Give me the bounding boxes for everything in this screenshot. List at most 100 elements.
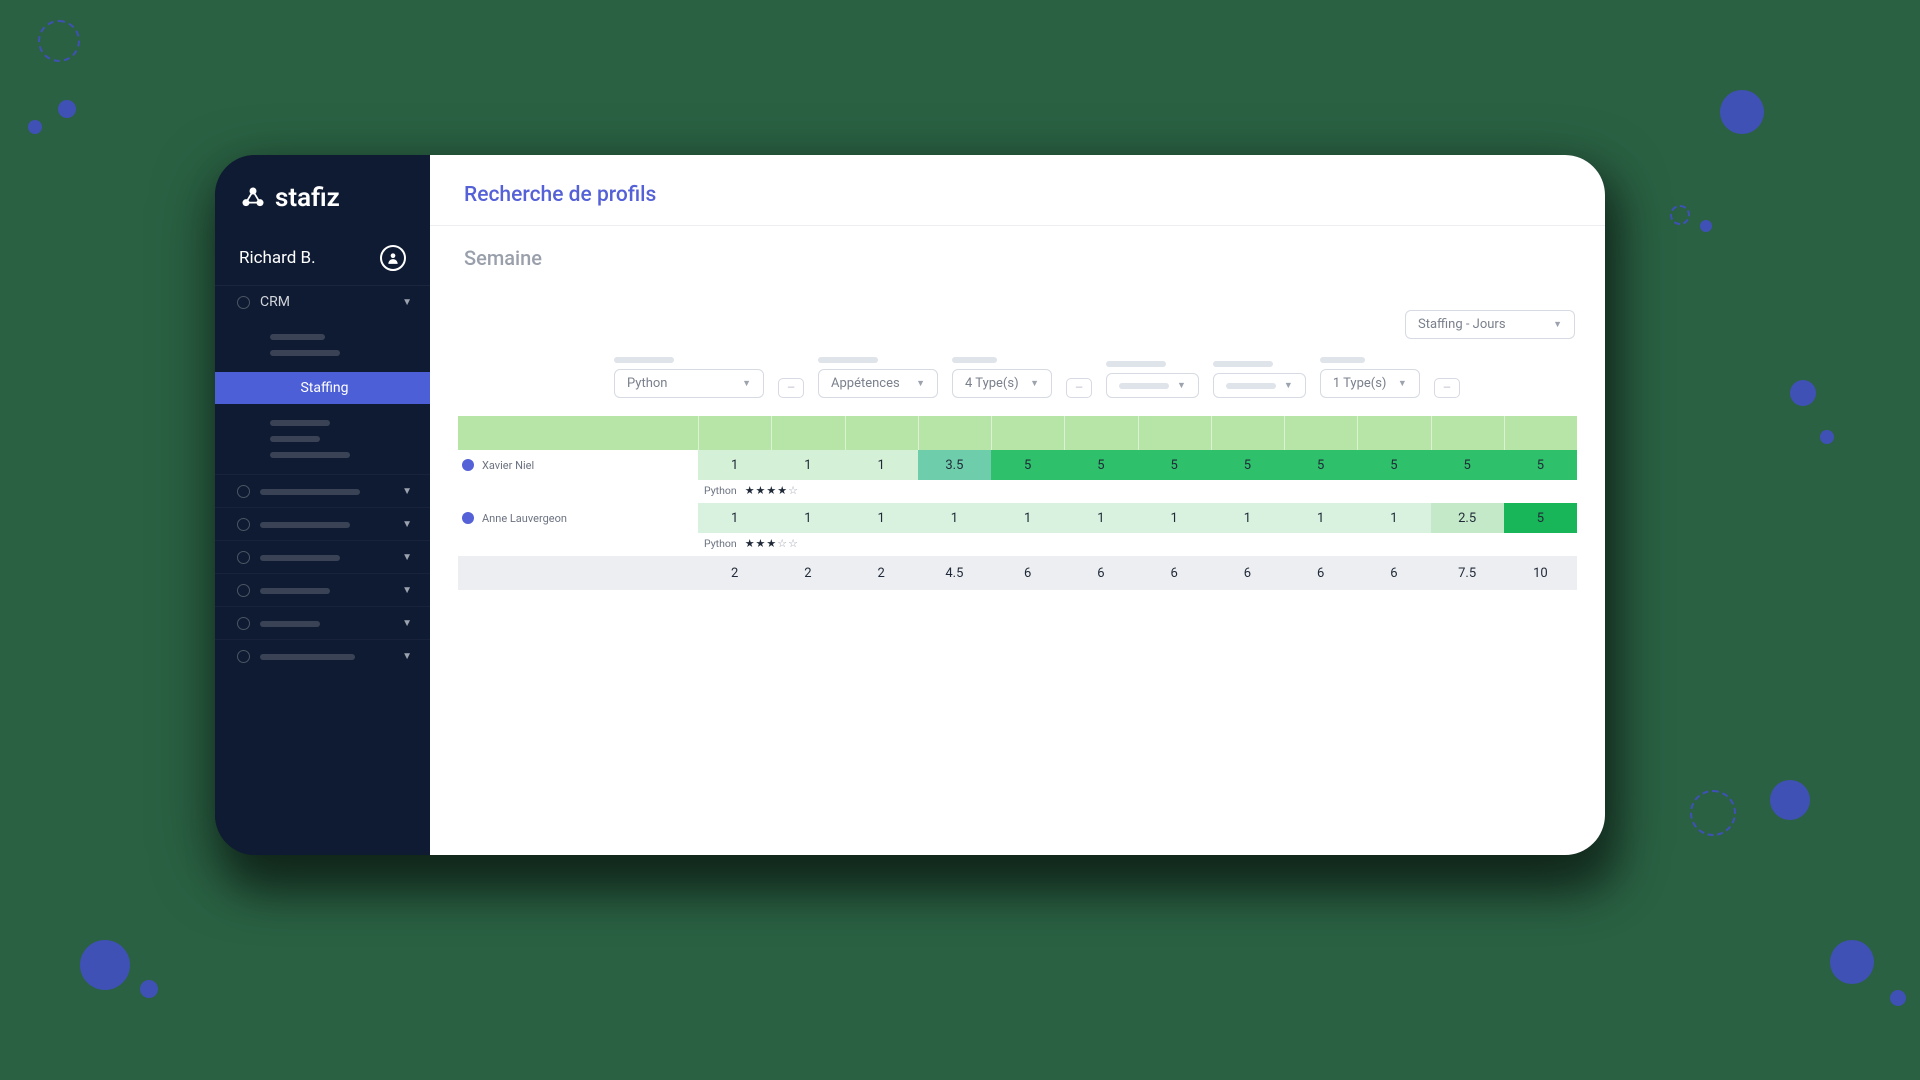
view-mode-select[interactable]: Staffing - Jours ▼: [1405, 310, 1575, 339]
day-cell[interactable]: 1: [771, 450, 844, 480]
user-row[interactable]: Richard B.: [215, 235, 430, 286]
day-cell[interactable]: 1: [918, 503, 991, 533]
day-cell[interactable]: 1: [991, 503, 1064, 533]
skill-rating: ★★★★☆: [745, 484, 799, 497]
nav-item-placeholder[interactable]: ▼: [215, 606, 430, 639]
table-row: Xavier Niel 1 1 1 3.5 5 5 5 5 5 5 5 5: [458, 450, 1577, 480]
bg-decor: [140, 980, 158, 998]
day-cell[interactable]: 5: [991, 450, 1064, 480]
chevron-down-icon: ▼: [402, 618, 412, 629]
day-cell[interactable]: 5: [1064, 450, 1137, 480]
nav: CRM ▼ Staffing ▼: [215, 286, 430, 672]
bg-decor: [1890, 990, 1906, 1006]
skill-row: Python ★★★☆☆: [458, 533, 1577, 556]
bg-decor: [1790, 380, 1816, 406]
bg-decor: [1700, 220, 1712, 232]
day-cell[interactable]: 5: [1431, 450, 1504, 480]
day-cell[interactable]: 1: [1064, 503, 1137, 533]
view-subtitle: Semaine: [430, 226, 1605, 276]
user-name: Richard B.: [239, 248, 316, 268]
chevron-down-icon: ▼: [742, 378, 751, 389]
status-dot: [462, 512, 474, 524]
chevron-down-icon: ▼: [1177, 380, 1186, 391]
day-cell[interactable]: 1: [698, 450, 771, 480]
bg-decor: [38, 20, 80, 62]
nav-item-placeholder[interactable]: ▼: [215, 573, 430, 606]
bg-decor: [80, 940, 130, 990]
day-cell[interactable]: 5: [1211, 450, 1284, 480]
day-cell[interactable]: 1: [771, 503, 844, 533]
filter-select-placeholder[interactable]: ▼: [1213, 373, 1306, 398]
day-cell[interactable]: 1: [845, 450, 918, 480]
select-value: Python: [627, 376, 667, 391]
select-value: Appétences: [831, 376, 900, 391]
filter-pill[interactable]: —: [778, 378, 804, 398]
filter-label-placeholder: [1213, 361, 1273, 367]
total-cell: 2: [845, 556, 918, 590]
total-cell: 10: [1504, 556, 1577, 590]
profile-cell[interactable]: Xavier Niel: [458, 450, 698, 480]
day-cell[interactable]: 1: [698, 503, 771, 533]
bg-decor: [1690, 790, 1736, 836]
total-cell: 4.5: [918, 556, 991, 590]
nav-item-placeholder[interactable]: ▼: [215, 507, 430, 540]
brand-logo: stafiz: [215, 183, 430, 235]
filters-row: Python ▼ — Appétences ▼ 4 Type(s): [464, 343, 1577, 398]
day-cell[interactable]: 1: [1357, 503, 1430, 533]
logo-icon: [239, 184, 267, 212]
day-cell[interactable]: 3.5: [918, 450, 991, 480]
select-value: Staffing - Jours: [1418, 317, 1506, 332]
page-title: Recherche de profils: [430, 155, 1605, 226]
circle-icon: [237, 485, 250, 498]
chevron-down-icon: ▼: [1030, 378, 1039, 389]
chevron-down-icon: ▼: [402, 651, 412, 662]
types4-select[interactable]: 4 Type(s) ▼: [952, 369, 1052, 398]
skill-row: Python ★★★★☆: [458, 480, 1577, 503]
profile-name: Anne Lauvergeon: [482, 512, 567, 525]
bg-decor: [1770, 780, 1810, 820]
day-cell[interactable]: 1: [1211, 503, 1284, 533]
bg-decor: [1820, 430, 1834, 444]
filter-label-placeholder: [1320, 357, 1365, 363]
chevron-down-icon: ▼: [916, 378, 925, 389]
profile-cell[interactable]: Anne Lauvergeon: [458, 503, 698, 533]
bg-decor: [58, 100, 76, 118]
filter-select-placeholder[interactable]: ▼: [1106, 373, 1199, 398]
filter-pill[interactable]: —: [1066, 378, 1092, 398]
total-cell: 6: [1284, 556, 1357, 590]
staffing-table: Xavier Niel 1 1 1 3.5 5 5 5 5 5 5 5 5: [430, 408, 1605, 855]
nav-label: Staffing: [237, 380, 412, 396]
day-cell[interactable]: 5: [1504, 503, 1577, 533]
nav-item-placeholder[interactable]: ▼: [215, 474, 430, 507]
table-row: Anne Lauvergeon 1 1 1 1 1 1 1 1 1 1 2.5 …: [458, 503, 1577, 533]
day-cell[interactable]: 2.5: [1431, 503, 1504, 533]
nav-item-crm[interactable]: CRM ▼: [215, 286, 430, 318]
filter-label-placeholder: [818, 357, 878, 363]
day-cell[interactable]: 5: [1138, 450, 1211, 480]
nav-item-placeholder[interactable]: ▼: [215, 540, 430, 573]
status-dot: [462, 459, 474, 471]
day-cell[interactable]: 5: [1284, 450, 1357, 480]
total-cell: 2: [771, 556, 844, 590]
filter-pill[interactable]: —: [1434, 378, 1460, 398]
appetences-select[interactable]: Appétences ▼: [818, 369, 938, 398]
sidebar: stafiz Richard B. CRM ▼ Staffing: [215, 155, 430, 855]
skill-name: Python: [704, 484, 737, 497]
day-cell[interactable]: 1: [1138, 503, 1211, 533]
day-cell[interactable]: 1: [1284, 503, 1357, 533]
day-cell[interactable]: 1: [845, 503, 918, 533]
select-value: 4 Type(s): [965, 376, 1019, 391]
day-cell[interactable]: 5: [1504, 450, 1577, 480]
circle-icon: [237, 617, 250, 630]
nav-sub-placeholder: [215, 404, 430, 474]
bg-decor: [1830, 940, 1874, 984]
table-header-band: [458, 416, 1577, 450]
circle-icon: [237, 584, 250, 597]
chevron-down-icon: ▼: [402, 297, 412, 308]
day-cell[interactable]: 5: [1357, 450, 1430, 480]
types1-select[interactable]: 1 Type(s) ▼: [1320, 369, 1420, 398]
nav-item-staffing[interactable]: Staffing: [215, 372, 430, 404]
skill-select[interactable]: Python ▼: [614, 369, 764, 398]
nav-item-placeholder[interactable]: ▼: [215, 639, 430, 672]
profile-name: Xavier Niel: [482, 459, 534, 472]
